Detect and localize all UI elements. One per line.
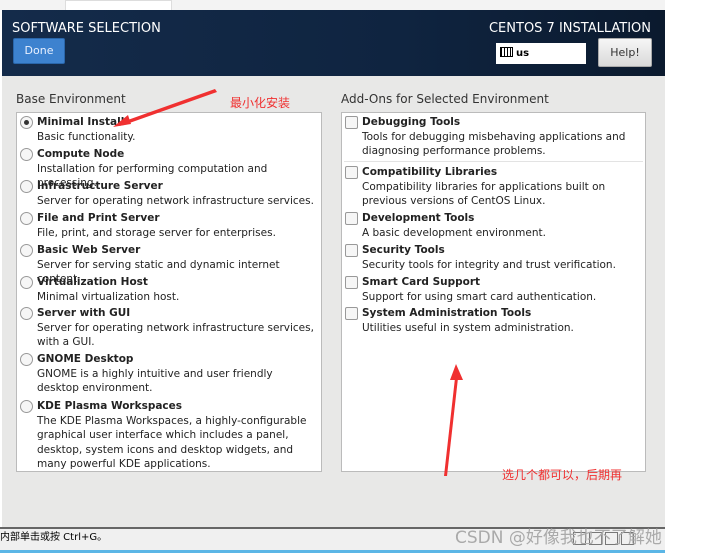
- annotation-addons: 选几个都可以，后期再: [502, 468, 623, 482]
- arrow-to-minimal: [119, 89, 217, 126]
- arrow-head-minimal: [113, 115, 131, 127]
- watermark: CSDN @好像我也不了解她: [455, 528, 662, 548]
- annotation-minimal: 最小化安装: [230, 96, 291, 110]
- arrow-to-addons: [444, 378, 458, 476]
- arrow-head-addons: [450, 364, 463, 380]
